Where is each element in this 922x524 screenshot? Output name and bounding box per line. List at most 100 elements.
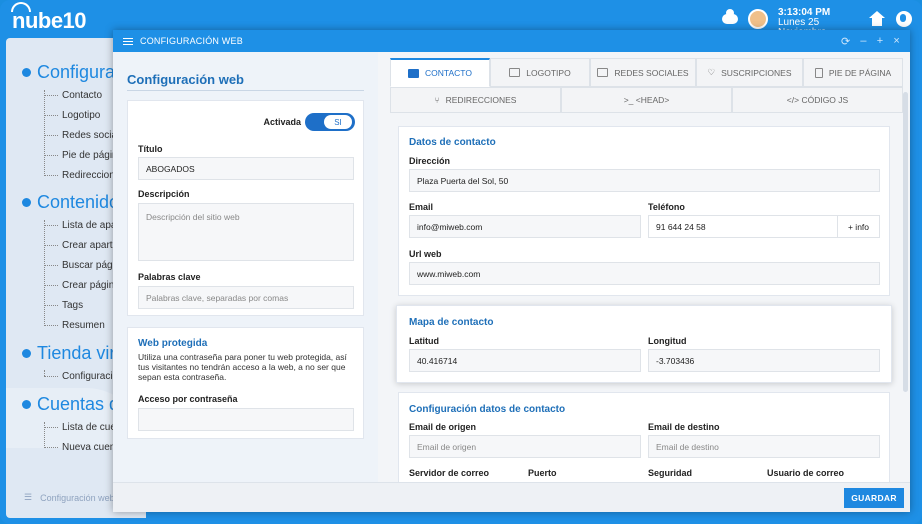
menu-item-pie[interactable]: Pie de págin xyxy=(44,150,118,161)
mail-user-label: Usuario de correo xyxy=(767,468,845,478)
close-icon[interactable]: × xyxy=(893,35,900,48)
active-toggle[interactable]: SI xyxy=(305,113,355,131)
phone-info-button[interactable]: + info xyxy=(838,215,880,238)
config-modal: CONFIGURACIÓN WEB ⟳ – + × Configuración … xyxy=(113,30,910,512)
modal-header: CONFIGURACIÓN WEB ⟳ – + × xyxy=(113,30,910,52)
menu-item-nueva-cuenta[interactable]: Nueva cuent xyxy=(44,442,118,453)
contact-map-card: Mapa de contacto Latitud 40.416714 Longi… xyxy=(396,305,892,383)
password-input[interactable] xyxy=(138,408,354,431)
cloud-icon[interactable] xyxy=(722,9,738,24)
menu-item-redes[interactable]: Redes socia xyxy=(44,130,117,141)
to-email-label: Email de destino xyxy=(648,422,720,432)
tab-logotipo[interactable]: LOGOTIPO xyxy=(490,58,590,87)
app-frame: nube10 3:13:04 PM Lunes 25 Noviembre Con… xyxy=(0,0,922,524)
menu-item-resumen[interactable]: Resumen xyxy=(44,320,105,331)
description-label: Descripción xyxy=(138,189,190,199)
email-input[interactable]: info@miweb.com xyxy=(409,215,641,238)
sliders-icon xyxy=(123,37,133,46)
keywords-label: Palabras clave xyxy=(138,272,201,282)
save-button[interactable]: GUARDAR xyxy=(844,488,904,508)
cloud-logo-icon xyxy=(11,2,31,12)
security-label: Seguridad xyxy=(648,468,693,478)
mail-server-label: Servidor de correo xyxy=(409,468,490,478)
image-icon xyxy=(509,68,521,77)
left-panel-title: Configuración web xyxy=(127,72,244,87)
from-email-label: Email de origen xyxy=(409,422,477,432)
from-email-input[interactable]: Email de origen xyxy=(409,435,641,458)
tab-pie-pagina[interactable]: PIE DE PÁGINA xyxy=(803,58,903,87)
avatar[interactable] xyxy=(748,9,768,29)
menu-item-configuracion-tienda[interactable]: Configuracio xyxy=(44,371,118,382)
divider xyxy=(127,90,364,91)
contact-map-title: Mapa de contacto xyxy=(409,317,494,328)
minimize-icon[interactable]: – xyxy=(860,35,866,48)
bullet-icon xyxy=(22,198,31,207)
url-label: Url web xyxy=(409,249,442,259)
contact-data-card: Datos de contacto Dirección Plaza Puerta… xyxy=(398,126,890,296)
app-logo[interactable]: nube10 xyxy=(11,2,87,34)
clock-date: Lunes 25 Noviembre xyxy=(778,17,826,31)
home-icon[interactable] xyxy=(868,11,886,27)
keywords-input[interactable]: Palabras clave, separadas por comas xyxy=(138,286,354,309)
tab-redirecciones[interactable]: ⑂ REDIRECCIONES xyxy=(390,87,561,113)
to-email-input[interactable]: Email de destino xyxy=(648,435,880,458)
menu-section-contenido[interactable]: Contenido xyxy=(22,192,119,213)
share-icon xyxy=(597,68,609,77)
right-panel: CONTACTO LOGOTIPO REDES SOCIALES ♡ SUSCRI… xyxy=(378,52,910,492)
description-textarea[interactable]: Descripción del sitio web xyxy=(138,203,354,261)
left-panel: Configuración web Activada SI Título ABO… xyxy=(113,52,378,482)
menu-item-tags[interactable]: Tags xyxy=(44,300,83,311)
title-label: Título xyxy=(138,144,163,154)
globe-icon[interactable] xyxy=(896,11,912,27)
heart-icon: ♡ xyxy=(707,67,716,77)
latitude-input[interactable]: 40.416714 xyxy=(409,349,641,372)
email-label: Email xyxy=(409,202,434,212)
maximize-icon[interactable]: + xyxy=(877,35,884,48)
menu-item-buscar-pagina[interactable]: Buscar pági xyxy=(44,260,115,271)
tab-head[interactable]: >_ <HEAD> xyxy=(561,87,732,113)
top-bar-right: 3:13:04 PM Lunes 25 Noviembre xyxy=(722,8,912,30)
longitude-input[interactable]: -3.703436 xyxy=(648,349,880,372)
menu-footer[interactable]: ☰ Configuración web xyxy=(24,492,115,503)
phone-input[interactable]: 91 644 24 58 xyxy=(648,215,838,238)
title-input[interactable]: ABOGADOS xyxy=(138,157,354,180)
address-label: Dirección xyxy=(409,156,451,166)
protected-web-card: Web protegida Utiliza una contraseña par… xyxy=(127,327,364,439)
menu-item-crear-pagina[interactable]: Crear página xyxy=(44,280,120,291)
refresh-icon[interactable]: ⟳ xyxy=(841,35,850,48)
bullet-icon xyxy=(22,68,31,77)
menu-item-crear-apartado[interactable]: Crear aparta xyxy=(44,240,118,251)
contact-config-card: Configuración datos de contacto Email de… xyxy=(398,392,890,492)
menu-item-redirecciones[interactable]: Redireccion xyxy=(44,170,115,181)
tab-contacto[interactable]: CONTACTO xyxy=(390,58,490,87)
url-input[interactable]: www.miweb.com xyxy=(409,262,880,285)
tab-codigo-js[interactable]: </> CÓDIGO JS xyxy=(732,87,903,113)
contact-data-title: Datos de contacto xyxy=(409,137,496,148)
contact-card-icon xyxy=(408,68,420,78)
menu-section-cuentas[interactable]: Cuentas d xyxy=(22,394,119,415)
bullet-icon xyxy=(22,400,31,409)
menu-section-config[interactable]: Configurac xyxy=(22,62,124,83)
latitude-label: Latitud xyxy=(409,336,439,346)
address-input[interactable]: Plaza Puerta del Sol, 50 xyxy=(409,169,880,192)
menu-section-tienda[interactable]: Tienda virt xyxy=(22,343,120,364)
modal-title: CONFIGURACIÓN WEB xyxy=(140,36,243,46)
bullet-icon xyxy=(22,349,31,358)
password-label: Acceso por contraseña xyxy=(138,394,238,404)
longitude-label: Longitud xyxy=(648,336,687,346)
modal-footer: GUARDAR xyxy=(113,482,910,512)
tab-suscripciones[interactable]: ♡ SUSCRIPCIONES xyxy=(696,58,803,87)
menu-item-lista-cuentas[interactable]: Lista de cue xyxy=(44,422,116,433)
active-label: Activada xyxy=(263,117,301,127)
menu-item-lista-apartados[interactable]: Lista de apa xyxy=(44,220,117,231)
contact-config-title: Configuración datos de contacto xyxy=(409,404,566,415)
tab-bar: CONTACTO LOGOTIPO REDES SOCIALES ♡ SUSCRI… xyxy=(390,58,903,115)
menu-item-logotipo[interactable]: Logotipo xyxy=(44,110,100,121)
sliders-icon: ☰ xyxy=(24,492,33,502)
clock: 3:13:04 PM Lunes 25 Noviembre xyxy=(778,8,858,30)
phone-label: Teléfono xyxy=(648,202,685,212)
menu-item-contacto[interactable]: Contacto xyxy=(44,90,102,101)
window-controls: ⟳ – + × xyxy=(841,35,900,48)
scrollbar[interactable] xyxy=(903,92,908,392)
tab-redes-sociales[interactable]: REDES SOCIALES xyxy=(590,58,696,87)
